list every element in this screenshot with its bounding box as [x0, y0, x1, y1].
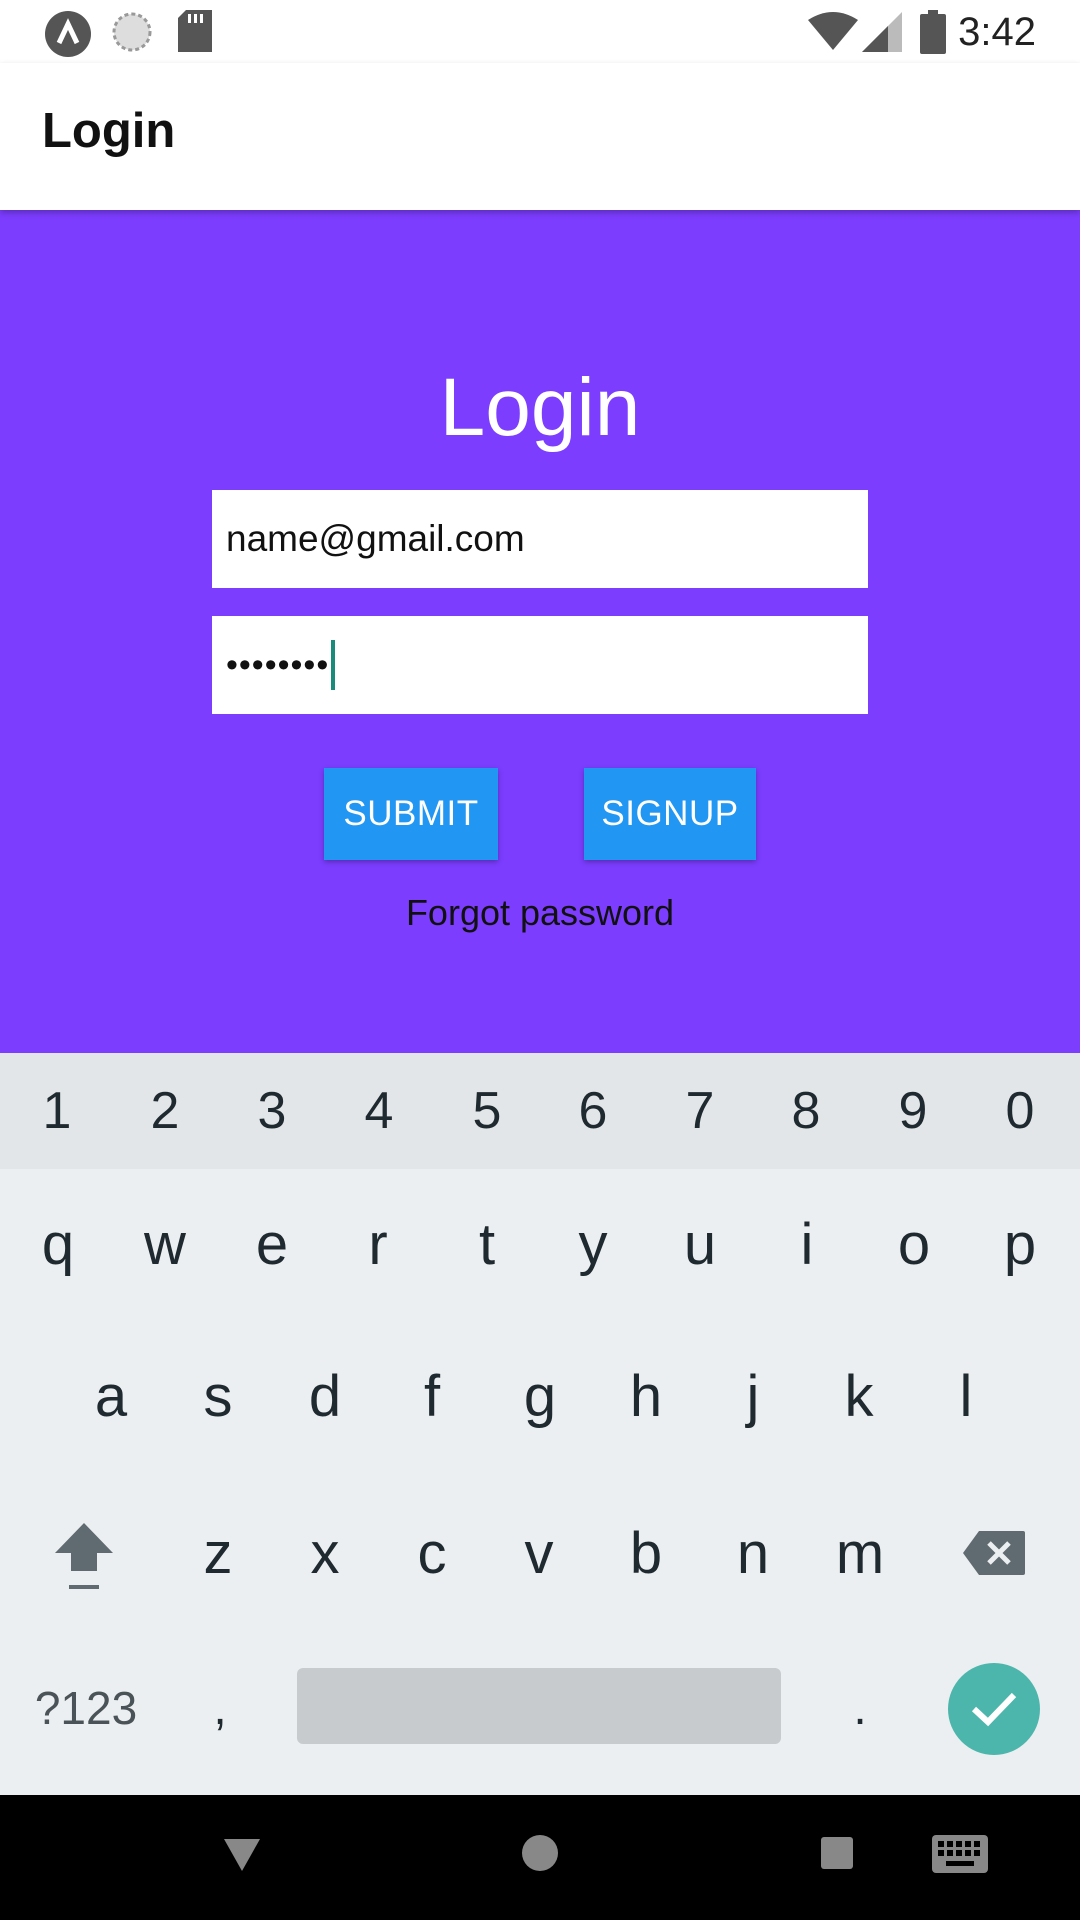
key-a[interactable]: a — [57, 1321, 165, 1471]
key-v[interactable]: v — [485, 1478, 593, 1628]
keyboard-switch-icon[interactable] — [932, 1835, 988, 1873]
key-m[interactable]: m — [806, 1478, 914, 1628]
backspace-key[interactable] — [940, 1478, 1048, 1628]
period-key[interactable]: . — [810, 1633, 910, 1783]
login-heading: Login — [439, 362, 641, 453]
key-0[interactable]: 0 — [966, 1053, 1074, 1169]
key-r[interactable]: r — [324, 1169, 432, 1319]
key-2[interactable]: 2 — [111, 1053, 219, 1169]
key-6[interactable]: 6 — [539, 1053, 647, 1169]
home-icon[interactable] — [520, 1833, 560, 1873]
key-b[interactable]: b — [592, 1478, 700, 1628]
forgot-password-link[interactable]: Forgot password — [0, 892, 1080, 934]
key-z[interactable]: z — [164, 1478, 272, 1628]
key-t[interactable]: t — [433, 1169, 541, 1319]
done-key[interactable] — [948, 1663, 1040, 1755]
key-q[interactable]: q — [4, 1169, 112, 1319]
status-bar: 3:42 — [0, 0, 1080, 63]
app-bar: Login — [0, 63, 1080, 210]
submit-button[interactable]: SUBMIT — [324, 768, 498, 860]
key-y[interactable]: y — [539, 1169, 647, 1319]
backspace-icon — [963, 1531, 1025, 1575]
key-s[interactable]: s — [164, 1321, 272, 1471]
text-cursor — [331, 640, 336, 690]
sync-icon — [112, 12, 152, 52]
battery-icon — [920, 10, 946, 54]
wifi-icon — [808, 12, 858, 50]
key-p[interactable]: p — [966, 1169, 1074, 1319]
space-key[interactable] — [297, 1668, 781, 1744]
back-icon[interactable] — [222, 1837, 262, 1873]
keyboard: 1 2 3 4 5 6 7 8 9 0 q w e r t y u i o p … — [0, 1053, 1080, 1795]
key-o[interactable]: o — [860, 1169, 968, 1319]
shift-icon — [55, 1523, 113, 1589]
login-panel: Login name@gmail.com •••••••• SUBMIT SIG… — [0, 210, 1080, 1053]
key-5[interactable]: 5 — [433, 1053, 541, 1169]
shift-key[interactable] — [30, 1478, 138, 1628]
key-1[interactable]: 1 — [3, 1053, 111, 1169]
key-7[interactable]: 7 — [646, 1053, 754, 1169]
signup-button[interactable]: SIGNUP — [584, 768, 756, 860]
key-3[interactable]: 3 — [218, 1053, 326, 1169]
key-c[interactable]: c — [378, 1478, 486, 1628]
key-f[interactable]: f — [378, 1321, 486, 1471]
key-e[interactable]: e — [218, 1169, 326, 1319]
recents-icon[interactable] — [820, 1836, 854, 1870]
password-mask: •••••••• — [226, 645, 330, 684]
symbols-key[interactable]: ?123 — [22, 1633, 150, 1783]
key-g[interactable]: g — [486, 1321, 594, 1471]
key-l[interactable]: l — [912, 1321, 1020, 1471]
app-bar-title: Login — [42, 104, 176, 158]
key-u[interactable]: u — [646, 1169, 754, 1319]
key-8[interactable]: 8 — [752, 1053, 860, 1169]
key-d[interactable]: d — [271, 1321, 379, 1471]
number-row: 1 2 3 4 5 6 7 8 9 0 — [0, 1053, 1080, 1169]
key-i[interactable]: i — [753, 1169, 861, 1319]
key-w[interactable]: w — [111, 1169, 219, 1319]
key-n[interactable]: n — [699, 1478, 807, 1628]
app-launcher-icon — [45, 11, 91, 57]
check-icon — [971, 1692, 1017, 1727]
key-9[interactable]: 9 — [859, 1053, 967, 1169]
email-value: name@gmail.com — [226, 518, 525, 559]
navigation-bar — [0, 1795, 1080, 1920]
key-4[interactable]: 4 — [325, 1053, 433, 1169]
signal-icon — [862, 12, 902, 52]
password-field[interactable]: •••••••• — [212, 616, 868, 714]
comma-key[interactable]: , — [170, 1633, 270, 1783]
key-h[interactable]: h — [592, 1321, 700, 1471]
key-j[interactable]: j — [699, 1321, 807, 1471]
sd-card-icon — [178, 10, 212, 52]
key-k[interactable]: k — [805, 1321, 913, 1471]
status-time: 3:42 — [958, 10, 1036, 54]
email-field[interactable]: name@gmail.com — [212, 490, 868, 588]
key-x[interactable]: x — [271, 1478, 379, 1628]
